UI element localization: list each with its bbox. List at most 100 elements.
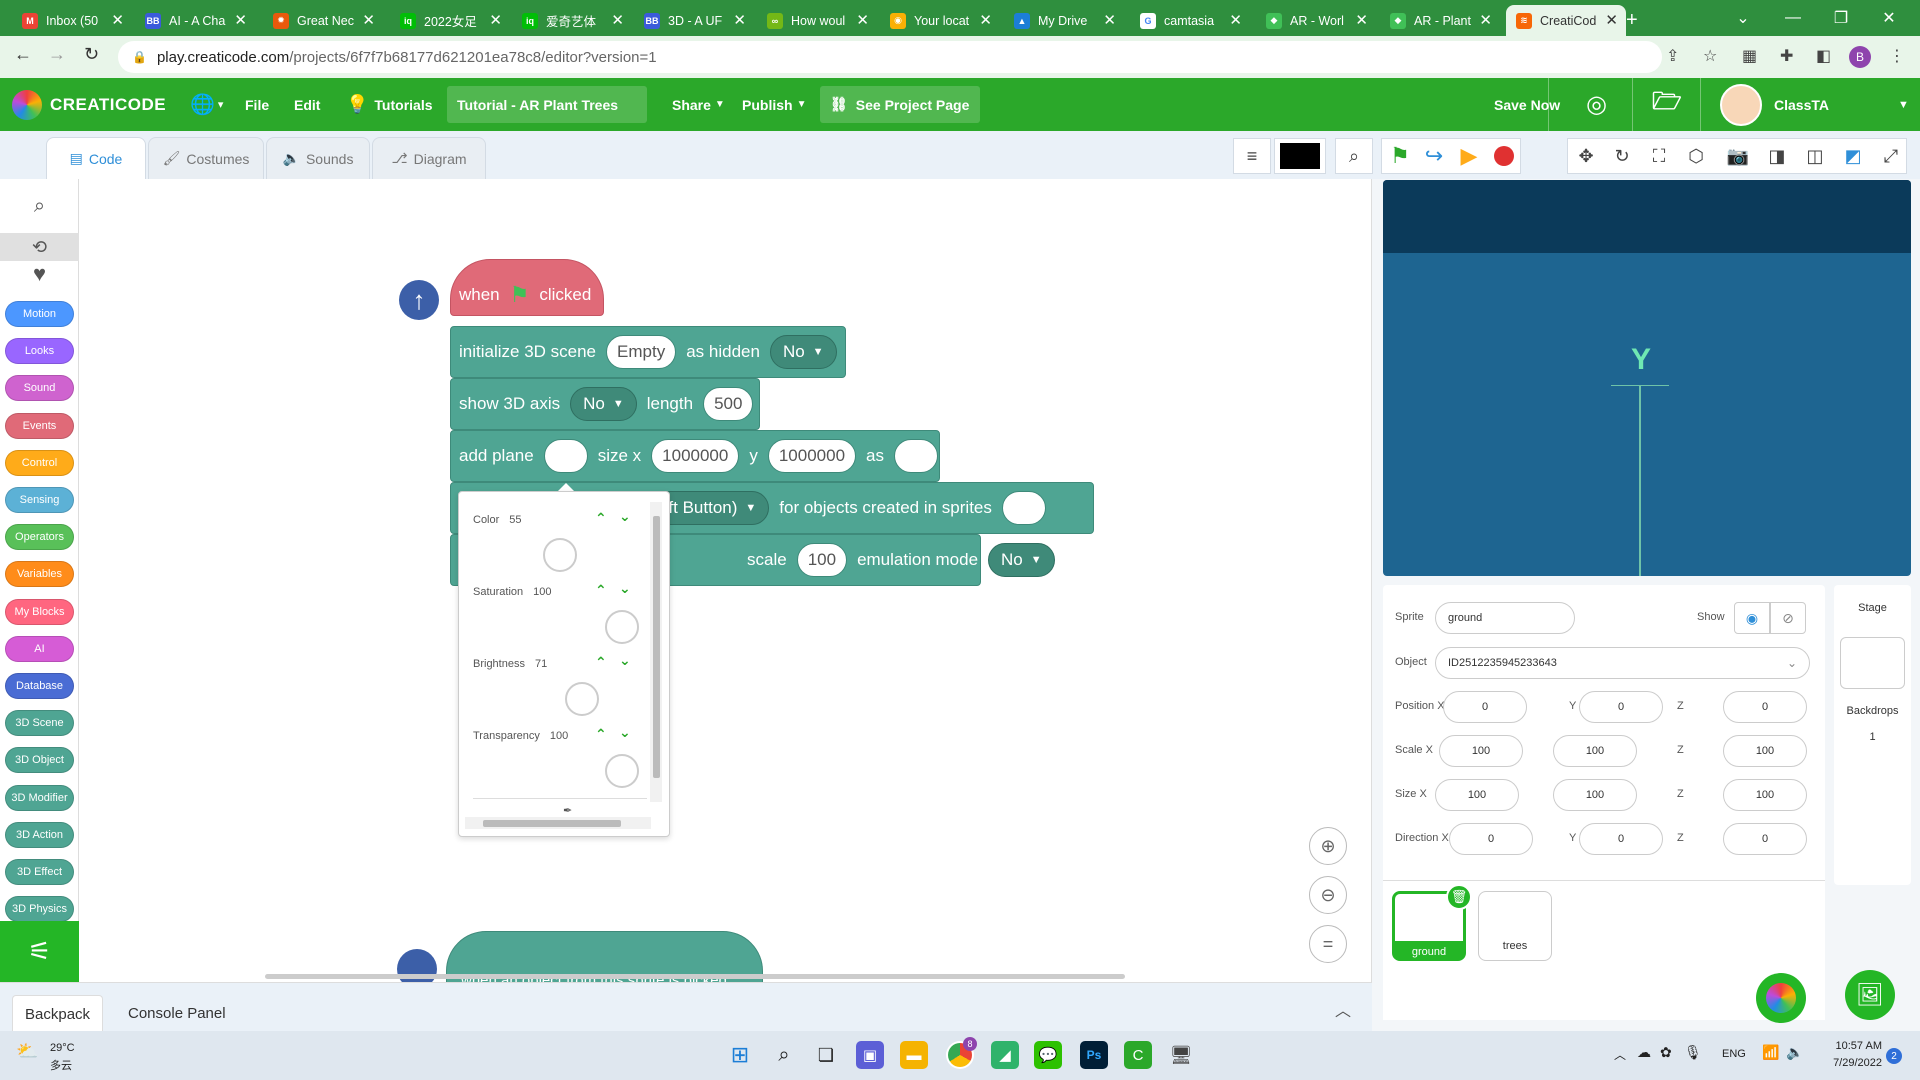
fullscreen-icon[interactable]: ⤢ — [1872, 138, 1910, 174]
language-globe-icon[interactable]: 🌐 ▾ — [190, 78, 223, 131]
axis-length-input[interactable]: 500 — [703, 387, 754, 421]
minimize-icon[interactable]: — — [1770, 0, 1816, 36]
category-button[interactable]: 3D Action — [5, 821, 74, 848]
photoshop-icon[interactable]: Ps — [1080, 1041, 1108, 1069]
object-select[interactable]: ID2512235945233643 ⌄ — [1435, 647, 1810, 679]
hide-eye-icon[interactable]: ⊘ — [1770, 602, 1806, 634]
bookmark-star-icon[interactable]: ☆ — [1703, 46, 1717, 66]
increase-arrow-icon[interactable]: ⌃ — [595, 726, 607, 743]
workspace-horizontal-scrollbar[interactable] — [265, 974, 1125, 979]
category-button[interactable]: 3D Modifier — [5, 784, 74, 811]
direction-x-input[interactable]: 0 — [1449, 823, 1533, 855]
up-arrow-icon[interactable]: ↑ — [399, 280, 439, 320]
expand-panel-icon[interactable]: ︿ — [1335, 997, 1351, 1021]
onedrive-icon[interactable]: ☁ — [1637, 1044, 1651, 1061]
weather-icon[interactable]: ⛅ — [16, 1041, 38, 1062]
category-button[interactable]: Events — [5, 412, 74, 439]
close-tab-icon[interactable]: ✕ — [1605, 11, 1618, 29]
close-tab-icon[interactable]: ✕ — [1355, 11, 1368, 29]
search-icon[interactable]: ⌕ — [770, 1041, 798, 1069]
wifi-icon[interactable]: 📶 — [1762, 1044, 1779, 1061]
category-button[interactable]: Sound — [5, 375, 74, 402]
workspace-search-icon[interactable]: ⌕ — [1335, 138, 1373, 174]
close-tab-icon[interactable]: ✕ — [234, 11, 247, 29]
tab-costumes[interactable]: 🖌 Costumes — [148, 137, 264, 179]
teams-chat-icon[interactable]: ▣ — [856, 1041, 884, 1069]
close-tab-icon[interactable]: ✕ — [362, 11, 375, 29]
position-y-input[interactable]: 0 — [1579, 691, 1663, 723]
zoom-in-icon[interactable]: ⊕ — [1309, 827, 1347, 865]
stop-icon[interactable] — [1485, 138, 1523, 174]
color-slider-knob[interactable] — [605, 754, 639, 788]
initialize-3d-scene-block[interactable]: initialize 3D scene Empty as hidden No ▼ — [450, 326, 846, 378]
tab-diagram[interactable]: ⎇ Diagram — [372, 137, 486, 179]
add-sprite-icon[interactable] — [1756, 973, 1806, 1023]
stage-thumbnail[interactable] — [1840, 637, 1905, 689]
add-plane-block[interactable]: add plane size x 1000000 y 1000000 as — [450, 430, 940, 482]
when-flag-clicked-block[interactable]: when ⚑ clicked — [450, 259, 604, 316]
back-icon[interactable]: ← — [14, 44, 32, 65]
user-menu-caret-icon[interactable]: ▼ — [1898, 78, 1909, 131]
clock-date[interactable]: 7/29/2022 — [1816, 1057, 1882, 1069]
emulation-mode-dropdown[interactable]: No ▼ — [988, 543, 1055, 577]
size-y-input[interactable]: 100 — [1553, 779, 1637, 811]
category-button[interactable]: Motion — [5, 301, 74, 327]
scale-x-input[interactable]: 100 — [1439, 735, 1523, 767]
decrease-arrow-icon[interactable]: ⌄ — [619, 652, 631, 669]
close-tab-icon[interactable]: ✕ — [111, 11, 124, 29]
browser-tab[interactable]: ▲ My Drive ✕ — [1004, 5, 1124, 36]
browser-tab[interactable]: ◉ Your locat ✕ — [880, 5, 1000, 36]
small-stage-icon[interactable]: ◨ — [1758, 138, 1796, 174]
hidden-dropdown[interactable]: No ▼ — [769, 335, 837, 369]
share-page-icon[interactable]: ⇪ — [1666, 46, 1679, 66]
file-explorer-icon[interactable]: ▬ — [900, 1041, 928, 1069]
wechat-tray-icon[interactable]: ✿ — [1660, 1044, 1672, 1061]
show-eye-icon[interactable]: ◉ — [1734, 602, 1770, 634]
tutorial-name-button[interactable]: Tutorial - AR Plant Trees — [447, 86, 647, 123]
axis-dropdown[interactable]: No ▼ — [570, 387, 637, 421]
color-slider-knob[interactable] — [605, 610, 639, 644]
cube-icon[interactable]: ⬡ — [1677, 138, 1715, 174]
category-button[interactable]: 3D Object — [5, 747, 74, 774]
align-left-icon[interactable]: ≡ — [1233, 138, 1271, 174]
zoom-out-icon[interactable]: ⊖ — [1309, 876, 1347, 914]
close-tab-icon[interactable]: ✕ — [979, 11, 992, 29]
category-button[interactable]: My Blocks — [5, 598, 74, 625]
browser-menu-icon[interactable]: ⋮ — [1889, 46, 1905, 66]
new-tab-button[interactable]: + — [1620, 5, 1650, 36]
share-menu[interactable]: Share ▼ — [672, 78, 725, 131]
edit-menu[interactable]: Edit — [294, 78, 320, 131]
fit-screen-icon[interactable]: ⛶ — [1640, 138, 1678, 174]
category-button[interactable]: Control — [5, 449, 74, 476]
browser-tab[interactable]: ≋ CreatiCod ✕ — [1506, 5, 1626, 36]
save-now-button[interactable]: Save Now — [1494, 78, 1560, 131]
tab-code[interactable]: ▤ Code — [46, 137, 146, 179]
increase-arrow-icon[interactable]: ⌃ — [595, 582, 607, 599]
show-3d-axis-block[interactable]: show 3D axis No ▼ length 500 — [450, 378, 760, 430]
browser-tab[interactable]: iq 爱奇艺体 ✕ — [512, 5, 632, 36]
browser-tab[interactable]: ✹ Great Nec ✕ — [263, 5, 383, 36]
direction-y-input[interactable]: 0 — [1579, 823, 1663, 855]
add-backdrop-icon[interactable]: 🖼 — [1845, 970, 1895, 1020]
browser-tab[interactable]: Gcamtasia ✕ — [1130, 5, 1250, 36]
scene-type-input[interactable]: Empty — [606, 335, 677, 369]
category-button[interactable]: 3D Physics — [5, 896, 74, 923]
close-tab-icon[interactable]: ✕ — [489, 11, 502, 29]
sprites-input[interactable] — [1001, 491, 1046, 525]
side-panel-icon[interactable]: ◧ — [1816, 46, 1831, 66]
tab-sounds[interactable]: 🔈 Sounds — [266, 137, 370, 179]
user-menu[interactable]: ClassTA — [1720, 78, 1829, 131]
tray-chevron-icon[interactable]: ︿ — [1614, 1046, 1626, 1063]
camera-icon[interactable]: 📷 — [1719, 138, 1757, 174]
browser-tab[interactable]: ∞ How woul ✕ — [757, 5, 877, 36]
move-icon[interactable]: ✥ — [1567, 138, 1605, 174]
browser-tab[interactable]: BB 3D - A UF ✕ — [634, 5, 754, 36]
browser-tab[interactable]: ◆ AR - Plant ✕ — [1380, 5, 1500, 36]
green-flag-icon[interactable]: ⚑ — [1381, 138, 1419, 174]
size-z-input[interactable]: 100 — [1723, 779, 1807, 811]
position-z-input[interactable]: 0 — [1723, 691, 1807, 723]
category-button[interactable]: Sensing — [5, 487, 74, 513]
position-x-input[interactable]: 0 — [1443, 691, 1527, 723]
close-tab-icon[interactable]: ✕ — [1103, 11, 1116, 29]
increase-arrow-icon[interactable]: ⌃ — [595, 654, 607, 671]
